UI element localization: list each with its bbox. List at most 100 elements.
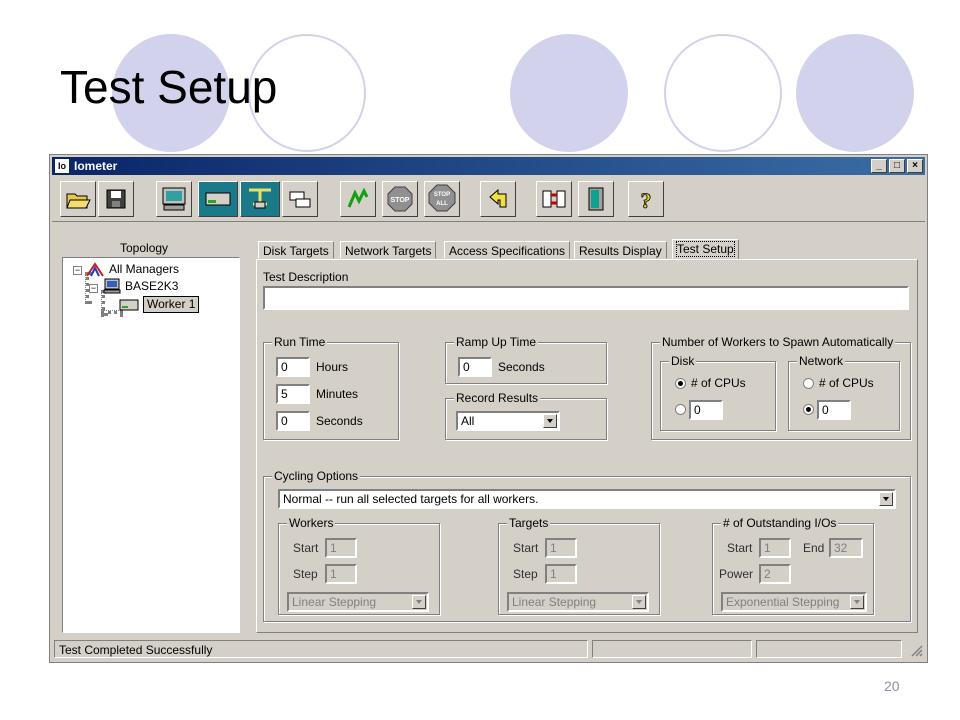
network-count-radio[interactable] bbox=[803, 404, 814, 415]
stop-all-button[interactable]: STOP ALL bbox=[424, 181, 460, 217]
green-flag-icon bbox=[347, 187, 369, 208]
exit-door-icon bbox=[588, 187, 604, 211]
workers-spawn-title: Number of Workers to Spawn Automatically bbox=[660, 335, 896, 349]
reset-arrow-icon bbox=[489, 188, 507, 208]
targets-stepping-select[interactable]: Linear Stepping bbox=[507, 592, 649, 612]
tree-item-worker-1-label: Worker 1 bbox=[147, 297, 196, 311]
outstanding-power-input[interactable]: 2 bbox=[759, 564, 791, 584]
cycling-mode-select[interactable]: Normal -- run all selected targets for a… bbox=[278, 489, 896, 509]
targets-step-input[interactable]: 1 bbox=[545, 564, 577, 584]
status-bar: Test Completed Successfully bbox=[52, 639, 925, 659]
record-results-select[interactable]: All bbox=[456, 411, 560, 431]
maximize-button[interactable]: □ bbox=[889, 159, 905, 173]
network-count-input[interactable]: 0 bbox=[817, 400, 851, 420]
targets-start-input[interactable]: 1 bbox=[545, 538, 577, 558]
stop-button[interactable]: STOP bbox=[382, 181, 418, 217]
chevron-down-icon[interactable] bbox=[879, 492, 893, 506]
close-button[interactable]: × bbox=[907, 159, 923, 173]
resize-grip-icon[interactable] bbox=[909, 643, 923, 657]
collapse-base2k3-icon[interactable]: − bbox=[89, 284, 98, 293]
about-button[interactable]: ? bbox=[628, 181, 664, 217]
network-spawn-title: Network bbox=[797, 354, 846, 368]
ramp-up-title: Ramp Up Time bbox=[454, 335, 539, 349]
page-number: 20 bbox=[884, 678, 900, 694]
chevron-down-icon[interactable] bbox=[632, 595, 646, 609]
disk-cpus-label: # of CPUs bbox=[691, 376, 746, 390]
network-spawn-group: Network # of CPUs 0 bbox=[788, 354, 900, 431]
floppy-disk-icon bbox=[106, 189, 126, 209]
outstanding-end-label: End bbox=[803, 541, 825, 555]
seconds-input[interactable]: 0 bbox=[276, 411, 310, 431]
folder-open-icon bbox=[66, 193, 91, 209]
chevron-down-icon[interactable] bbox=[412, 595, 426, 609]
svg-text:?: ? bbox=[641, 188, 652, 212]
workers-start-input[interactable]: 1 bbox=[325, 538, 357, 558]
collapse-all-managers-icon[interactable]: − bbox=[73, 266, 82, 275]
slide-title: Test Setup bbox=[60, 61, 278, 113]
workers-step-label: Step bbox=[293, 567, 318, 581]
duplicate-worker-button[interactable] bbox=[282, 181, 318, 217]
run-time-title: Run Time bbox=[272, 335, 328, 349]
minutes-label: Minutes bbox=[316, 387, 359, 401]
manager-computer-icon bbox=[103, 278, 121, 294]
new-network-worker-button[interactable] bbox=[240, 181, 280, 217]
cycling-outstanding-ios-group: # of Outstanding I/Os Start 1 End 32 Pow… bbox=[712, 516, 874, 615]
tab-network-targets[interactable]: Network Targets bbox=[340, 241, 437, 259]
tab-disk-targets[interactable]: Disk Targets bbox=[258, 241, 334, 259]
toolbar: STOP STOP ALL ? bbox=[52, 177, 925, 222]
targets-start-label: Start bbox=[513, 541, 539, 555]
svg-text:STOP: STOP bbox=[434, 192, 450, 198]
network-cpus-radio[interactable] bbox=[803, 378, 814, 389]
seconds-label: Seconds bbox=[316, 414, 363, 428]
hours-label: Hours bbox=[316, 360, 349, 374]
ramp-up-seconds-label: Seconds bbox=[498, 360, 545, 374]
topology-tree[interactable]: − All Managers − BASE2K3 Worker 1 bbox=[62, 257, 240, 633]
tab-strip: Disk Targets Network Targets Access Spec… bbox=[258, 239, 818, 261]
outstanding-start-input[interactable]: 1 bbox=[759, 538, 791, 558]
cycling-options-title: Cycling Options bbox=[272, 469, 361, 483]
start-tests-button[interactable] bbox=[340, 181, 376, 217]
outstanding-stepping-select[interactable]: Exponential Stepping bbox=[721, 592, 867, 612]
hours-input[interactable]: 0 bbox=[276, 357, 310, 377]
disk-count-radio[interactable] bbox=[675, 404, 686, 415]
minimize-button[interactable]: _ bbox=[871, 159, 887, 173]
outstanding-end-input[interactable]: 32 bbox=[829, 538, 863, 558]
stop-sign-icon: STOP bbox=[387, 186, 413, 212]
outstanding-start-label: Start bbox=[727, 541, 753, 555]
chevron-down-icon[interactable] bbox=[543, 414, 557, 428]
status-text: Test Completed Successfully bbox=[54, 640, 588, 658]
start-display-button[interactable] bbox=[156, 181, 192, 217]
decor-circle bbox=[796, 34, 914, 152]
title-bar[interactable]: Io Iometer _ □ × bbox=[52, 157, 925, 175]
worker-disk-icon bbox=[119, 299, 139, 311]
outstanding-power-label: Power bbox=[719, 567, 754, 581]
tree-item-all-managers[interactable]: All Managers bbox=[109, 262, 179, 276]
tab-results-display[interactable]: Results Display bbox=[574, 241, 667, 259]
save-config-button[interactable] bbox=[98, 181, 134, 217]
disconnect-icon bbox=[542, 190, 566, 208]
iometer-window: Io Iometer _ □ × STOP STOP ALL ? Topolog… bbox=[49, 154, 928, 663]
disk-count-input[interactable]: 0 bbox=[689, 400, 723, 420]
workers-spawn-group: Number of Workers to Spawn Automatically… bbox=[651, 335, 911, 440]
ramp-up-group: Ramp Up Time 0 Seconds bbox=[445, 335, 607, 384]
svg-text:ALL: ALL bbox=[436, 201, 448, 207]
stop-label: STOP bbox=[391, 197, 410, 204]
new-disk-worker-button[interactable] bbox=[198, 181, 238, 217]
topology-title: Topology bbox=[120, 241, 169, 255]
chevron-down-icon[interactable] bbox=[850, 595, 864, 609]
open-config-button[interactable] bbox=[60, 181, 96, 217]
test-description-input[interactable] bbox=[263, 286, 909, 310]
tree-item-worker-1[interactable]: Worker 1 bbox=[143, 296, 200, 313]
tab-test-setup[interactable]: Test Setup bbox=[672, 239, 739, 260]
minutes-input[interactable]: 5 bbox=[276, 384, 310, 404]
workers-stepping-select[interactable]: Linear Stepping bbox=[287, 592, 429, 612]
reset-workers-button[interactable] bbox=[480, 181, 516, 217]
tree-item-base2k3[interactable]: BASE2K3 bbox=[125, 279, 178, 293]
disk-cpus-radio[interactable] bbox=[675, 378, 686, 389]
workers-step-input[interactable]: 1 bbox=[325, 564, 357, 584]
ramp-up-input[interactable]: 0 bbox=[458, 357, 492, 377]
disconnect-button[interactable] bbox=[536, 181, 572, 217]
tab-access-specifications[interactable]: Access Specifications bbox=[444, 241, 571, 259]
exit-button[interactable] bbox=[578, 181, 614, 217]
run-time-group: Run Time 0 Hours 5 Minutes 0 Seconds bbox=[263, 335, 399, 440]
